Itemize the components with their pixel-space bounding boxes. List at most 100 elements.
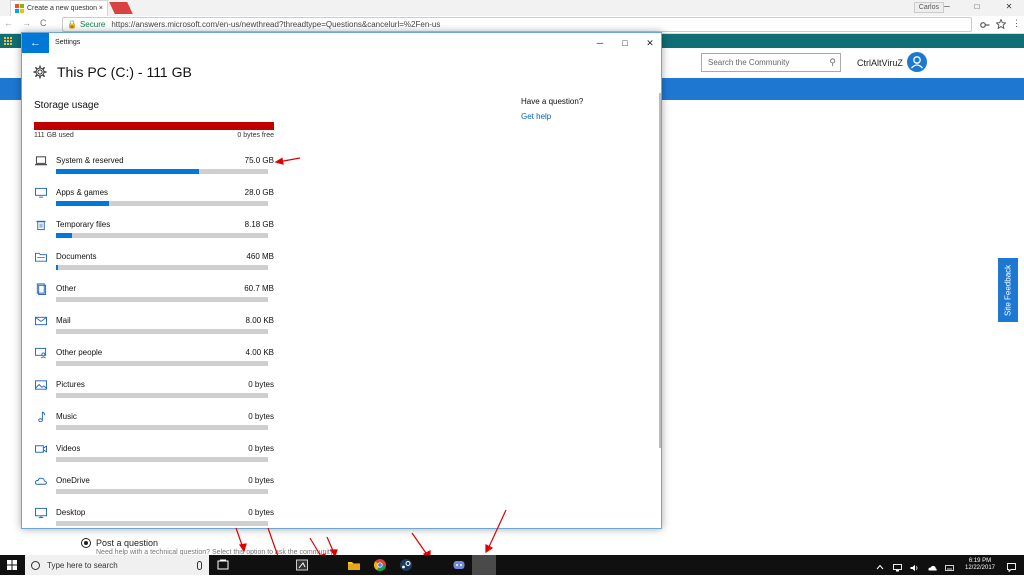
start-button[interactable] (0, 555, 24, 575)
storage-category-row[interactable]: System & reserved 75.0 GB (34, 154, 274, 184)
star-icon[interactable] (996, 19, 1006, 29)
storage-usage-heading: Storage usage (34, 100, 100, 111)
onedrive-tray-icon[interactable] (928, 561, 937, 571)
storage-category-row[interactable]: Other 60.7 MB (34, 282, 274, 312)
trash-icon (36, 220, 46, 231)
chrome-icon[interactable] (373, 558, 387, 572)
browser-reload-button[interactable]: C (40, 18, 47, 28)
category-size: 0 bytes (248, 412, 274, 421)
category-size: 28.0 GB (244, 188, 274, 197)
storage-category-row[interactable]: Apps & games 28.0 GB (34, 186, 274, 216)
category-size: 0 bytes (248, 444, 274, 453)
post-question-radio[interactable] (81, 538, 91, 548)
clock-date: 12/22/2017 (964, 565, 996, 571)
gear-icon (33, 65, 47, 79)
settings-titlebar: ← Settings ─ □ ✕ (22, 33, 661, 53)
key-icon[interactable] (980, 20, 990, 30)
lock-icon: 🔒 (67, 20, 77, 29)
taskbar-search-box[interactable]: Type here to search (25, 555, 209, 575)
settings-back-button[interactable]: ← (22, 33, 49, 53)
search-icon[interactable]: ⚲ (829, 57, 836, 68)
storage-category-row[interactable]: Desktop 0 bytes (34, 506, 274, 528)
arrow-left-icon: ← (30, 37, 41, 49)
desktop-icon (35, 507, 47, 519)
storage-category-row[interactable]: Documents 460 MB (34, 250, 274, 280)
taskbar: Type here to search 6:19 PM 12/22/2017 (0, 555, 1024, 575)
browser-tab-strip: Create a new question o × Carlos ─ □ ✕ (0, 0, 1024, 16)
category-label: Mail (56, 316, 71, 325)
discord-icon[interactable] (452, 558, 466, 572)
category-label: Documents (56, 252, 97, 261)
get-help-link[interactable]: Get help (521, 112, 551, 121)
new-tab-button[interactable] (109, 2, 133, 14)
cortana-circle-icon (31, 560, 40, 570)
category-label: Other people (56, 348, 103, 357)
settings-close-button[interactable]: ✕ (642, 36, 658, 50)
browser-tab-active[interactable]: Create a new question o × (10, 0, 108, 16)
category-size: 75.0 GB (244, 156, 274, 165)
free-space-label: 0 bytes free (237, 132, 274, 139)
category-label: Apps & games (56, 188, 109, 197)
post-question-label[interactable]: Post a question (96, 538, 158, 548)
storage-category-row[interactable]: Mail 8.00 KB (34, 314, 274, 344)
volume-icon[interactable] (910, 561, 918, 572)
category-size: 0 bytes (248, 508, 274, 517)
network-icon[interactable] (893, 561, 902, 572)
storage-category-row[interactable]: OneDrive 0 bytes (34, 474, 274, 504)
browser-close-button[interactable]: ✕ (998, 0, 1020, 14)
cloud-icon (34, 477, 47, 485)
settings-scrollbar[interactable] (659, 93, 661, 448)
category-label: Videos (56, 444, 81, 453)
have-a-question-heading: Have a question? (521, 97, 584, 106)
page-header: This PC (C:) - 111 GB (33, 64, 192, 80)
tab-close-icon[interactable]: × (99, 5, 103, 12)
file-explorer-icon[interactable] (347, 558, 361, 572)
chevron-up-icon[interactable] (876, 560, 884, 570)
browser-maximize-button[interactable]: □ (966, 0, 988, 14)
site-feedback-button[interactable]: Site Feedback (998, 258, 1018, 322)
settings-maximize-button[interactable]: □ (617, 36, 633, 50)
storage-category-row[interactable]: Other people 4.00 KB (34, 346, 274, 376)
task-view-icon[interactable] (216, 558, 230, 572)
category-size: 8.00 KB (245, 316, 274, 325)
category-usage-bar (56, 521, 268, 526)
category-label: Temporary files (56, 220, 111, 229)
category-usage-bar (56, 233, 268, 238)
keyboard-icon[interactable] (945, 561, 954, 571)
category-size: 4.00 KB (245, 348, 274, 357)
avatar[interactable] (907, 52, 927, 72)
site-username[interactable]: CtrlAltViruZ (857, 58, 903, 68)
browser-tab-title: Create a new question o (27, 5, 99, 12)
taskbar-app-settings-active[interactable] (472, 555, 496, 575)
category-size: 60.7 MB (244, 284, 274, 293)
laptop-icon (35, 156, 47, 166)
storage-category-row[interactable]: Videos 0 bytes (34, 442, 274, 472)
browser-forward-button[interactable]: → (22, 18, 31, 28)
windows-start-icon (7, 560, 17, 570)
user-avatar-icon (911, 56, 923, 69)
notification-icon[interactable] (1007, 561, 1016, 573)
music-icon (38, 411, 46, 423)
microphone-icon[interactable] (197, 560, 202, 570)
total-usage-bar (34, 122, 274, 130)
category-size: 460 MB (246, 252, 274, 261)
steam-icon[interactable] (399, 558, 413, 572)
address-bar[interactable]: 🔒 Secure https://answers.microsoft.com/e… (62, 17, 972, 32)
site-search-placeholder: Search the Community (708, 58, 790, 67)
settings-minimize-button[interactable]: ─ (592, 36, 608, 50)
site-search-input[interactable]: Search the Community ⚲ (701, 53, 841, 72)
browser-back-button[interactable]: ← (4, 18, 13, 28)
storage-category-row[interactable]: Temporary files 8.18 GB (34, 218, 274, 248)
other-files-icon (36, 283, 47, 295)
windows-logo-icon (15, 4, 24, 13)
taskbar-clock[interactable]: 6:19 PM 12/22/2017 (960, 558, 1000, 572)
storage-category-row[interactable]: Music 0 bytes (34, 410, 274, 440)
apps-grid-icon[interactable] (4, 37, 12, 45)
folder-icon (35, 252, 47, 262)
category-usage-bar (56, 393, 268, 398)
browser-minimize-button[interactable]: ─ (936, 0, 958, 14)
category-usage-fill (56, 201, 109, 206)
storage-category-row[interactable]: Pictures 0 bytes (34, 378, 274, 408)
snipping-tool-icon[interactable] (295, 558, 309, 572)
browser-menu-icon[interactable]: ⋮ (1012, 18, 1021, 29)
